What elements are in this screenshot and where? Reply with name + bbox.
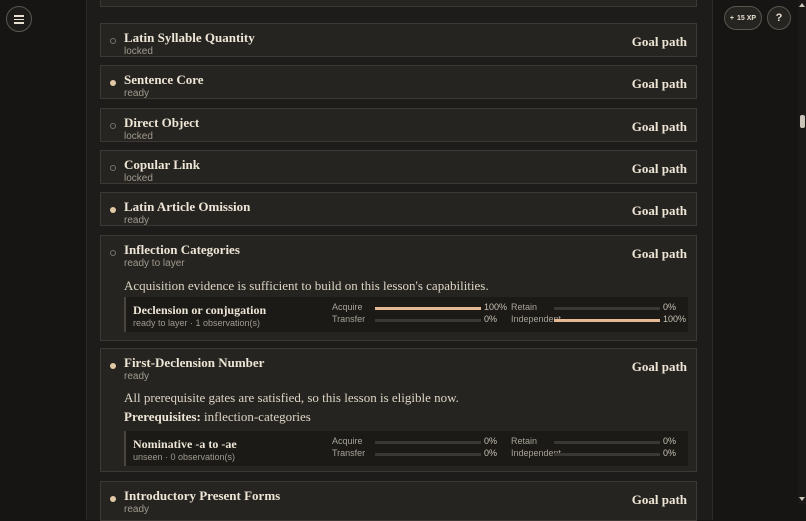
goal-path-link[interactable]: Goal path <box>632 492 687 508</box>
lesson-card: Introductory Present Forms ready Goal path <box>100 481 697 521</box>
lesson-status: ready <box>124 215 150 226</box>
lesson-card: lockedGoal path <box>100 0 697 7</box>
lesson-title: Direct Object <box>124 115 200 130</box>
locked-dot-icon <box>110 165 116 171</box>
lesson-title: First-Declension Number <box>124 355 265 370</box>
retain-label: Retain <box>511 436 538 446</box>
independent-progress-fill <box>554 319 660 322</box>
lesson-card: Inflection Categories ready to layer Goal … <box>100 235 697 341</box>
goal-path-link[interactable]: Goal path <box>632 34 687 50</box>
skill-meta: unseen · 0 observation(s) <box>133 452 236 462</box>
acquire-label: Acquire <box>332 436 363 446</box>
lesson-description: All prerequisite gates are satisfied, so… <box>124 390 459 405</box>
plus-icon: + <box>729 14 734 22</box>
transfer-label: Transfer <box>332 448 366 458</box>
locked-dot-icon <box>110 123 116 129</box>
hamburger-icon <box>14 15 24 17</box>
acquire-percent: 0% <box>484 436 498 446</box>
ready-dot-icon <box>110 80 116 86</box>
independent-percent: 0% <box>663 448 677 458</box>
acquire-progress-bar <box>375 441 481 444</box>
lesson-title: Sentence Core <box>124 72 204 87</box>
acquire-progress-bar <box>375 307 481 310</box>
skill-panel: Declension or conjugation ready to layer … <box>124 297 688 332</box>
lesson-card: Latin Syllable Quantity locked Goal path <box>100 23 697 57</box>
scroll-down-icon[interactable] <box>799 497 805 501</box>
lesson-description: Acquisition evidence is sufficient to bu… <box>124 278 489 293</box>
goal-path-link[interactable]: Goal path <box>632 161 687 177</box>
ready-dot-icon <box>110 207 116 213</box>
goal-path-link[interactable]: Goal path <box>632 359 687 375</box>
goal-path-link[interactable]: Goal path <box>632 119 687 135</box>
acquire-progress-fill <box>375 307 481 310</box>
hamburger-icon-line <box>14 22 24 24</box>
hamburger-icon-line <box>14 18 24 20</box>
transfer-label: Transfer <box>332 314 366 324</box>
ready-dot-icon <box>110 496 116 502</box>
locked-dot-icon <box>110 38 116 44</box>
skill-panel: Nominative -a to -ae unseen · 0 observati… <box>124 431 688 466</box>
independent-progress-bar <box>554 453 660 456</box>
help-button[interactable]: ? <box>767 6 791 30</box>
acquire-percent: 100% <box>484 302 508 312</box>
goal-path-link[interactable]: Goal path <box>632 203 687 219</box>
lesson-title: Copular Link <box>124 157 200 172</box>
acquire-label: Acquire <box>332 302 363 312</box>
scrollbar-thumb[interactable] <box>800 115 805 128</box>
prerequisites-line: Prerequisites: inflection-categories <box>124 409 311 425</box>
lesson-card: Latin Article Omission ready Goal path <box>100 192 697 226</box>
retain-progress-bar <box>554 441 660 444</box>
skill-name: Nominative -a to -ae <box>133 437 237 451</box>
goal-path-link[interactable]: Goal path <box>632 76 687 92</box>
skill-meta: ready to layer · 1 observation(s) <box>133 318 261 328</box>
transfer-progress-bar <box>375 319 481 322</box>
retain-percent: 0% <box>663 436 677 446</box>
lesson-status: ready to layer <box>124 258 185 269</box>
menu-button[interactable] <box>6 6 32 32</box>
lesson-status: ready <box>124 88 150 99</box>
scrollbar[interactable] <box>798 0 806 504</box>
ready-dot-icon <box>110 363 116 369</box>
prerequisites-value: inflection-categories <box>204 409 311 424</box>
locked-dot-icon <box>110 250 116 256</box>
xp-badge[interactable]: + 15 XP <box>724 6 762 30</box>
transfer-percent: 0% <box>484 448 498 458</box>
skill-name: Declension or conjugation <box>133 303 267 317</box>
retain-progress-bar <box>554 307 660 310</box>
lesson-card: Sentence Core ready Goal path <box>100 65 697 99</box>
lesson-status: locked <box>124 173 153 184</box>
lesson-title: Latin Syllable Quantity <box>124 30 255 45</box>
transfer-percent: 0% <box>484 314 498 324</box>
goal-path-link[interactable]: Goal path <box>632 246 687 262</box>
lesson-status: locked <box>124 131 153 142</box>
lesson-status: ready <box>124 371 150 382</box>
xp-label: 15 XP <box>737 14 757 22</box>
lesson-card: Copular Link locked Goal path <box>100 150 697 184</box>
retain-percent: 0% <box>663 302 677 312</box>
lesson-title: Introductory Present Forms <box>124 488 281 503</box>
lesson-title: Latin Article Omission <box>124 199 251 214</box>
retain-label: Retain <box>511 302 538 312</box>
lesson-title: Inflection Categories <box>124 242 240 257</box>
lesson-card: First-Declension Number ready Goal path All… <box>100 348 697 472</box>
transfer-progress-bar <box>375 453 481 456</box>
lesson-status: ready <box>124 504 150 515</box>
lesson-status: locked <box>124 46 153 57</box>
independent-progress-bar <box>554 319 660 322</box>
prerequisites-label: Prerequisites: <box>124 409 201 424</box>
independent-percent: 100% <box>663 314 687 324</box>
scroll-up-icon[interactable] <box>799 3 805 7</box>
lesson-card: Direct Object locked Goal path <box>100 108 697 142</box>
